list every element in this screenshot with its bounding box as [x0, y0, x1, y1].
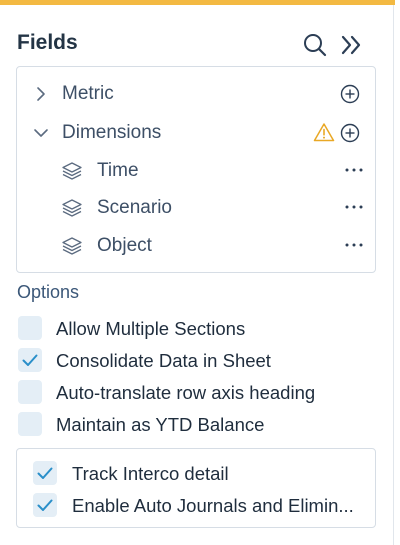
check-icon [37, 499, 53, 511]
layers-icon [62, 199, 82, 217]
check-icon [37, 467, 53, 479]
checkbox[interactable] [18, 412, 42, 436]
option-label: Maintain as YTD Balance [56, 414, 265, 435]
more-options-icon[interactable] [343, 197, 365, 217]
option-consolidate-data[interactable]: Consolidate Data in Sheet [16, 346, 376, 376]
tree-item-dimensions[interactable]: Dimensions [17, 116, 375, 150]
chevron-down-icon[interactable] [33, 125, 49, 141]
checkbox[interactable] [18, 380, 42, 404]
option-label: Enable Auto Journals and Elimin... [72, 495, 354, 516]
layers-icon [62, 237, 82, 255]
checkbox-checked[interactable] [33, 493, 57, 517]
option-track-interco[interactable]: Track Interco detail [33, 459, 373, 489]
add-circle-icon[interactable] [340, 123, 360, 143]
fields-tree: Metric Dimensions Time Scenario Object [16, 66, 376, 273]
option-label: Consolidate Data in Sheet [56, 350, 271, 371]
option-maintain-ytd[interactable]: Maintain as YTD Balance [16, 410, 376, 440]
tree-item-label: Metric [62, 83, 114, 104]
layers-icon [62, 162, 82, 180]
option-auto-translate[interactable]: Auto-translate row axis heading [16, 378, 376, 408]
tree-item-label: Dimensions [62, 122, 162, 143]
checkbox[interactable] [18, 316, 42, 340]
option-label: Track Interco detail [72, 463, 229, 484]
tree-item-object[interactable]: Object [17, 229, 375, 263]
option-label: Auto-translate row axis heading [56, 382, 316, 403]
checkbox-checked[interactable] [18, 348, 42, 372]
checkbox-checked[interactable] [33, 461, 57, 485]
option-label: Allow Multiple Sections [56, 318, 246, 339]
option-auto-journals[interactable]: Enable Auto Journals and Elimin... [33, 491, 373, 521]
panel-title: Fields [17, 31, 78, 54]
tree-item-metric[interactable]: Metric [17, 77, 375, 111]
double-chevron-right-icon[interactable] [338, 32, 364, 58]
more-options-icon[interactable] [343, 160, 365, 180]
option-allow-multiple-sections[interactable]: Allow Multiple Sections [16, 314, 376, 344]
search-icon[interactable] [302, 32, 328, 58]
tree-item-scenario[interactable]: Scenario [17, 191, 375, 225]
warning-icon [313, 123, 335, 142]
tree-item-label: Object [97, 235, 152, 256]
chevron-right-icon[interactable] [33, 86, 49, 102]
tree-item-label: Time [97, 160, 139, 181]
ytd-sub-options: Track Interco detail Enable Auto Journal… [16, 448, 376, 528]
options-heading: Options [17, 282, 80, 302]
check-icon [22, 354, 38, 366]
add-circle-icon[interactable] [340, 84, 360, 104]
more-options-icon[interactable] [343, 235, 365, 255]
tree-item-label: Scenario [97, 197, 172, 218]
tree-item-time[interactable]: Time [17, 154, 375, 188]
